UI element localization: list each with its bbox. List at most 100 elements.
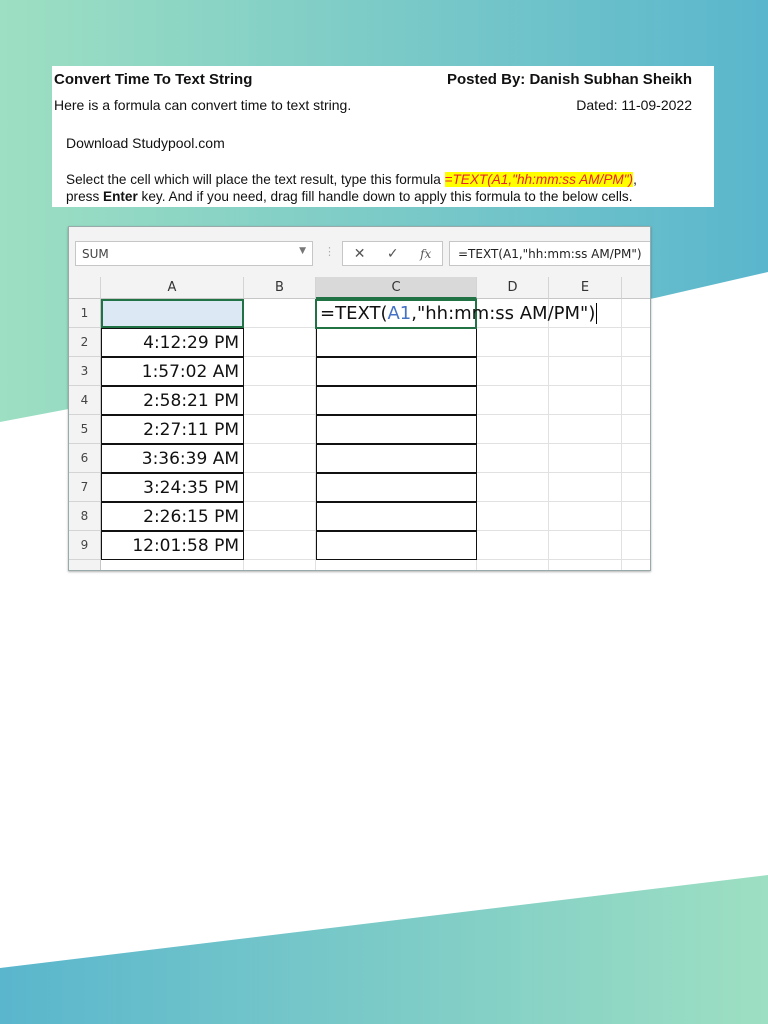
cell[interactable] xyxy=(244,560,316,570)
cell[interactable] xyxy=(622,531,650,560)
cell[interactable] xyxy=(244,299,316,328)
cell[interactable]: 4:12:29 PM xyxy=(101,328,244,357)
cell[interactable] xyxy=(244,444,316,473)
cell[interactable]: 3:24:35 PM xyxy=(101,473,244,502)
cell[interactable] xyxy=(549,357,622,386)
name-box[interactable]: SUM ▼ xyxy=(75,241,313,266)
cell[interactable] xyxy=(549,328,622,357)
download-link[interactable]: Download Studypool.com xyxy=(66,135,225,151)
formula-input[interactable]: =TEXT(A1,"hh:mm:ss AM/PM") xyxy=(449,241,650,266)
cell[interactable]: 2:26:15 PM xyxy=(101,502,244,531)
chevron-down-icon[interactable]: ▼ xyxy=(299,246,306,256)
edit-ref: A1 xyxy=(387,303,412,324)
cell[interactable] xyxy=(316,415,477,444)
cell[interactable] xyxy=(316,357,477,386)
cell[interactable] xyxy=(244,386,316,415)
cell[interactable] xyxy=(244,357,316,386)
row-header[interactable]: 1 xyxy=(69,299,101,328)
cell[interactable] xyxy=(477,502,549,531)
instr-text: key. And if you need, drag fill handle d… xyxy=(137,189,633,204)
cell[interactable] xyxy=(477,531,549,560)
cell[interactable] xyxy=(549,444,622,473)
cell[interactable] xyxy=(316,502,477,531)
row-header[interactable]: 9 xyxy=(69,531,101,560)
cell[interactable] xyxy=(244,502,316,531)
cell[interactable] xyxy=(244,328,316,357)
cell[interactable] xyxy=(622,444,650,473)
check-icon[interactable]: ✓ xyxy=(387,246,399,262)
drag-handle-icon: ⋮ xyxy=(324,245,335,258)
doc-title: Convert Time To Text String xyxy=(54,71,253,88)
cell[interactable] xyxy=(316,531,477,560)
cell[interactable]: 3:36:39 AM xyxy=(101,444,244,473)
cell[interactable] xyxy=(477,560,549,570)
row-header[interactable]: 7 xyxy=(69,473,101,502)
cell[interactable]: 1:57:02 AM xyxy=(101,357,244,386)
instr-text: Select the cell which will place the tex… xyxy=(66,172,445,187)
function-icon[interactable]: fx xyxy=(420,247,431,261)
row-header[interactable]: 4 xyxy=(69,386,101,415)
cell[interactable] xyxy=(244,473,316,502)
enter-key-text: Enter xyxy=(103,189,138,204)
cell[interactable] xyxy=(622,386,650,415)
cell[interactable] xyxy=(549,531,622,560)
cell[interactable] xyxy=(622,502,650,531)
cell[interactable] xyxy=(316,386,477,415)
cell[interactable] xyxy=(101,560,244,570)
cell[interactable] xyxy=(549,415,622,444)
cell[interactable] xyxy=(244,531,316,560)
dated: Dated: 11-09-2022 xyxy=(576,97,692,113)
cell[interactable] xyxy=(622,299,650,328)
column-header-C[interactable]: C xyxy=(316,277,477,299)
select-all-corner[interactable] xyxy=(69,277,101,299)
cell[interactable] xyxy=(549,502,622,531)
instructions-line-2: press Enter key. And if you need, drag f… xyxy=(66,189,632,204)
column-header-D[interactable]: D xyxy=(477,277,549,299)
cell[interactable] xyxy=(622,415,650,444)
row-header[interactable]: 6 xyxy=(69,444,101,473)
cell[interactable] xyxy=(549,560,622,570)
cell[interactable]: 2:27:11 PM xyxy=(101,415,244,444)
posted-by: Posted By: Danish Subhan Sheikh xyxy=(446,71,692,88)
cell[interactable] xyxy=(622,328,650,357)
document-header: Convert Time To Text String Posted By: D… xyxy=(52,66,714,207)
cell[interactable] xyxy=(622,357,650,386)
column-header-B[interactable]: B xyxy=(244,277,316,299)
row-header[interactable] xyxy=(69,560,101,570)
cell[interactable] xyxy=(316,444,477,473)
spreadsheet-screenshot: SUM ▼ ⋮ ✕ ✓ fx =TEXT(A1,"hh:mm:ss AM/PM") A… xyxy=(68,226,651,571)
cell-c1-editing[interactable]: =TEXT(A1,"hh:mm:ss AM/PM") xyxy=(315,299,598,329)
row-header[interactable]: 8 xyxy=(69,502,101,531)
row-header[interactable]: 2 xyxy=(69,328,101,357)
row-header[interactable]: 5 xyxy=(69,415,101,444)
cell[interactable]: 12:01:58 PM xyxy=(101,531,244,560)
intro-text: Here is a formula can convert time to te… xyxy=(54,97,352,113)
active-cell-a1[interactable] xyxy=(101,299,244,328)
cancel-icon[interactable]: ✕ xyxy=(354,246,366,262)
name-box-value: SUM xyxy=(82,247,109,261)
cell[interactable] xyxy=(549,473,622,502)
edit-text: =TEXT( xyxy=(320,303,388,324)
column-header-A[interactable]: A xyxy=(101,277,244,299)
cell[interactable] xyxy=(477,415,549,444)
cell[interactable] xyxy=(316,560,477,570)
cell[interactable] xyxy=(477,473,549,502)
cell[interactable] xyxy=(316,473,477,502)
cell[interactable] xyxy=(622,473,650,502)
cell[interactable] xyxy=(477,357,549,386)
cell[interactable]: 2:58:21 PM xyxy=(101,386,244,415)
cell[interactable] xyxy=(316,328,477,357)
column-header[interactable] xyxy=(622,277,650,299)
instructions-line-1: Select the cell which will place the tex… xyxy=(66,172,637,187)
formula-highlight: =TEXT(A1,"hh:mm:ss AM/PM") xyxy=(444,172,634,187)
cell[interactable] xyxy=(622,560,650,570)
cell[interactable] xyxy=(477,444,549,473)
cell[interactable] xyxy=(549,386,622,415)
row-header[interactable]: 3 xyxy=(69,357,101,386)
instr-text: press xyxy=(66,189,104,204)
formula-bar: SUM ▼ ⋮ ✕ ✓ fx =TEXT(A1,"hh:mm:ss AM/PM") xyxy=(69,227,650,277)
cell[interactable] xyxy=(244,415,316,444)
cell[interactable] xyxy=(477,328,549,357)
cell[interactable] xyxy=(477,386,549,415)
column-header-E[interactable]: E xyxy=(549,277,622,299)
